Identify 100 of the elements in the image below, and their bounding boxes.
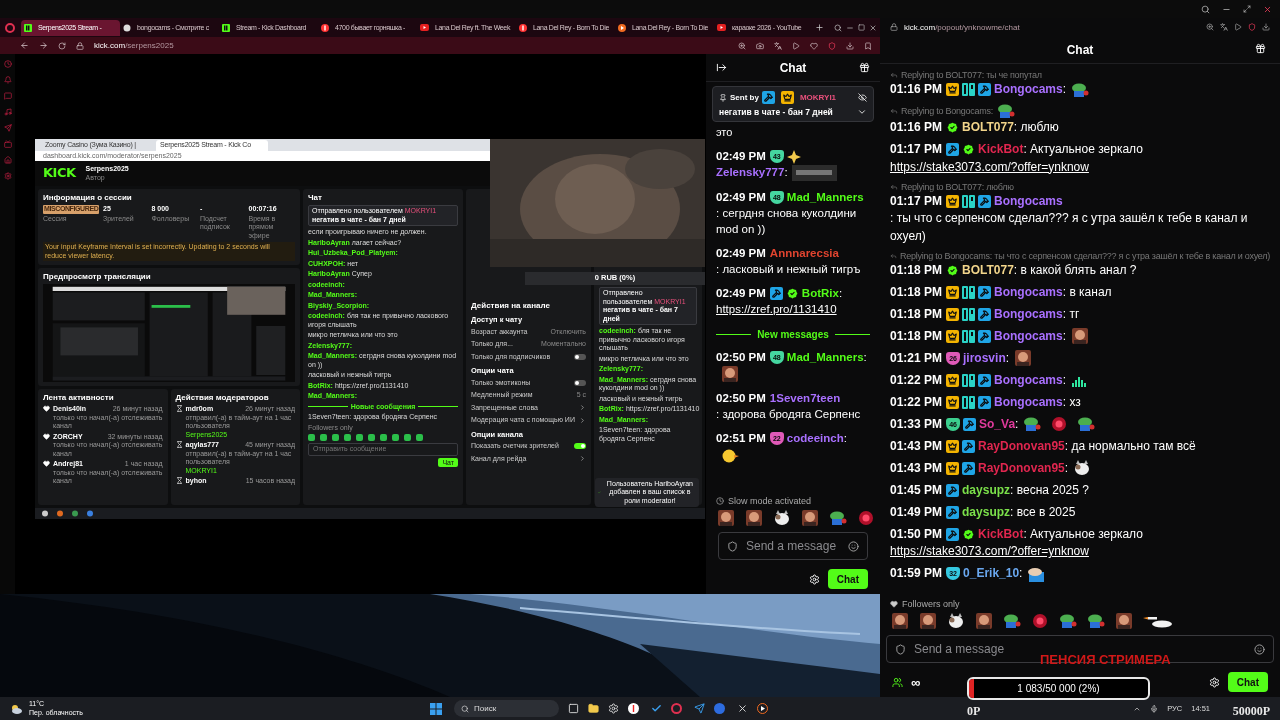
chat-username[interactable]: Bongocams (994, 193, 1063, 208)
reply-icon (890, 71, 898, 79)
search-icon[interactable] (1201, 4, 1210, 14)
chat-send-button[interactable]: Chat (1227, 672, 1268, 692)
chat-username[interactable]: Bongocams (994, 82, 1063, 96)
reload-icon[interactable] (58, 41, 66, 50)
chat-username[interactable]: RayDonovan95 (978, 438, 1065, 453)
portrait-emote-icon (800, 510, 820, 526)
browser-logo-icon[interactable] (5, 22, 15, 33)
toggle-switch[interactable] (574, 379, 586, 386)
zoom-icon[interactable] (738, 41, 746, 50)
new-tab-icon[interactable] (815, 23, 824, 32)
message-link[interactable]: https://stake3073.com/?offer=ynknow (890, 543, 1089, 561)
message-link[interactable]: https://zref.pro/1131410 (716, 300, 837, 317)
start-icon[interactable] (430, 702, 442, 715)
send-icon[interactable] (694, 703, 705, 714)
chat-username[interactable]: RayDonovan95 (978, 460, 1065, 475)
chat-username[interactable]: Mad_Manners (786, 190, 864, 203)
chat-username[interactable]: 1Seven7teen (769, 391, 841, 404)
address-bar[interactable]: kick.com/serpens2025 (94, 41, 728, 50)
task-view-icon[interactable] (568, 703, 579, 714)
bookmark-icon[interactable] (864, 41, 872, 50)
download-icon[interactable] (1262, 23, 1270, 31)
message-link[interactable]: https://stake3073.com/?offer=ynknow (890, 158, 1089, 176)
browser-logo-icon[interactable] (671, 703, 682, 714)
close-icon[interactable] (1263, 4, 1272, 14)
heart-icon (43, 460, 50, 467)
camera-icon[interactable] (756, 41, 764, 50)
chat-username[interactable]: Bongocams (994, 306, 1063, 321)
heart-icon (43, 432, 50, 440)
heart-icon[interactable] (810, 41, 818, 50)
emoji-icon[interactable] (848, 540, 859, 552)
gift-icon[interactable] (859, 62, 870, 73)
check-icon[interactable] (651, 703, 662, 714)
gear-icon[interactable] (608, 703, 619, 714)
expand-icon[interactable] (857, 107, 867, 117)
blurred-emote-icon (791, 164, 837, 181)
forward-icon[interactable] (39, 41, 48, 50)
hide-icon[interactable] (858, 93, 867, 102)
chat-username[interactable]: BOLT077 (962, 262, 1014, 277)
users-icon (892, 676, 903, 688)
chat-username[interactable]: BOLT077 (962, 120, 1014, 134)
chevron-icon[interactable] (579, 455, 586, 463)
taskbar-search[interactable]: Поиск (454, 700, 559, 717)
chat-username[interactable]: MOKRYI1 (799, 93, 837, 102)
panel-title: Лента активности (43, 393, 115, 403)
chat-username[interactable]: Annnarecsia (769, 246, 839, 259)
weather-icon[interactable] (10, 703, 22, 714)
chat-username[interactable]: Bongocams (994, 284, 1063, 299)
hammer-badge-icon (962, 461, 976, 475)
translate-icon[interactable] (774, 41, 782, 50)
circle-icon[interactable] (714, 703, 725, 714)
chat-username[interactable]: Bongocams (994, 394, 1063, 409)
close-icon[interactable] (869, 23, 877, 32)
search-icon[interactable] (834, 23, 842, 32)
chat-username[interactable]: codeeinch (786, 431, 844, 444)
message-time: 01:59 PM (890, 566, 943, 580)
portrait-emote-icon (744, 510, 764, 526)
message-text: : (1062, 81, 1067, 98)
chat-username[interactable]: jirosvin (963, 350, 1006, 365)
download-icon[interactable] (846, 41, 854, 50)
maximize-icon[interactable] (1243, 5, 1251, 13)
emoji-icon[interactable] (1254, 643, 1265, 655)
microphone-icon[interactable] (1150, 704, 1159, 713)
hammer-badge-icon (963, 417, 977, 431)
folder-icon[interactable] (588, 703, 599, 714)
hammer-badge-icon (769, 287, 783, 301)
lock-icon (890, 23, 898, 31)
chat-username[interactable]: Bongocams (994, 372, 1063, 387)
page-icon (123, 23, 131, 32)
circle-icon (519, 23, 527, 32)
maximize-icon[interactable] (858, 24, 865, 31)
shield-icon[interactable] (1248, 23, 1256, 31)
portrait-emote-icon (1013, 350, 1034, 367)
shield-icon[interactable] (828, 41, 836, 50)
back-icon[interactable] (20, 41, 29, 50)
toggle-switch[interactable] (574, 443, 586, 450)
collapse-icon[interactable] (716, 62, 727, 73)
crown-badge-icon (946, 194, 960, 208)
grid-badge-icon (962, 307, 976, 321)
zoom-icon[interactable] (1206, 23, 1214, 31)
crown-badge-icon (946, 373, 960, 387)
cross-icon[interactable] (737, 703, 748, 714)
chat-username[interactable]: Mad_Manners (786, 350, 864, 363)
gift-icon[interactable] (1255, 43, 1266, 54)
chat-send-button[interactable]: Chat (827, 569, 868, 589)
reply-context: Replying to Bongocams: ты что с серпенсом сделал??? я с утра зашёл к тебе в канал и охуел) (900, 249, 1270, 262)
crown-badge-icon (946, 285, 960, 299)
address-bar[interactable]: kick.com/popout/ynknowme/chat (904, 22, 1200, 32)
chat-username[interactable]: Bongocams (994, 328, 1063, 343)
message-input[interactable]: Send a message (718, 532, 868, 560)
message-time: 01:16 PM (890, 82, 943, 96)
play-icon[interactable] (757, 703, 768, 714)
shield-icon[interactable] (727, 540, 738, 552)
translate-icon[interactable] (1220, 23, 1228, 31)
browser-icon[interactable] (628, 703, 639, 714)
chat-username[interactable]: BotRix (801, 286, 839, 299)
grid-badge-icon (962, 329, 976, 343)
shield-icon[interactable] (895, 643, 906, 655)
toggle-switch[interactable] (574, 353, 586, 360)
